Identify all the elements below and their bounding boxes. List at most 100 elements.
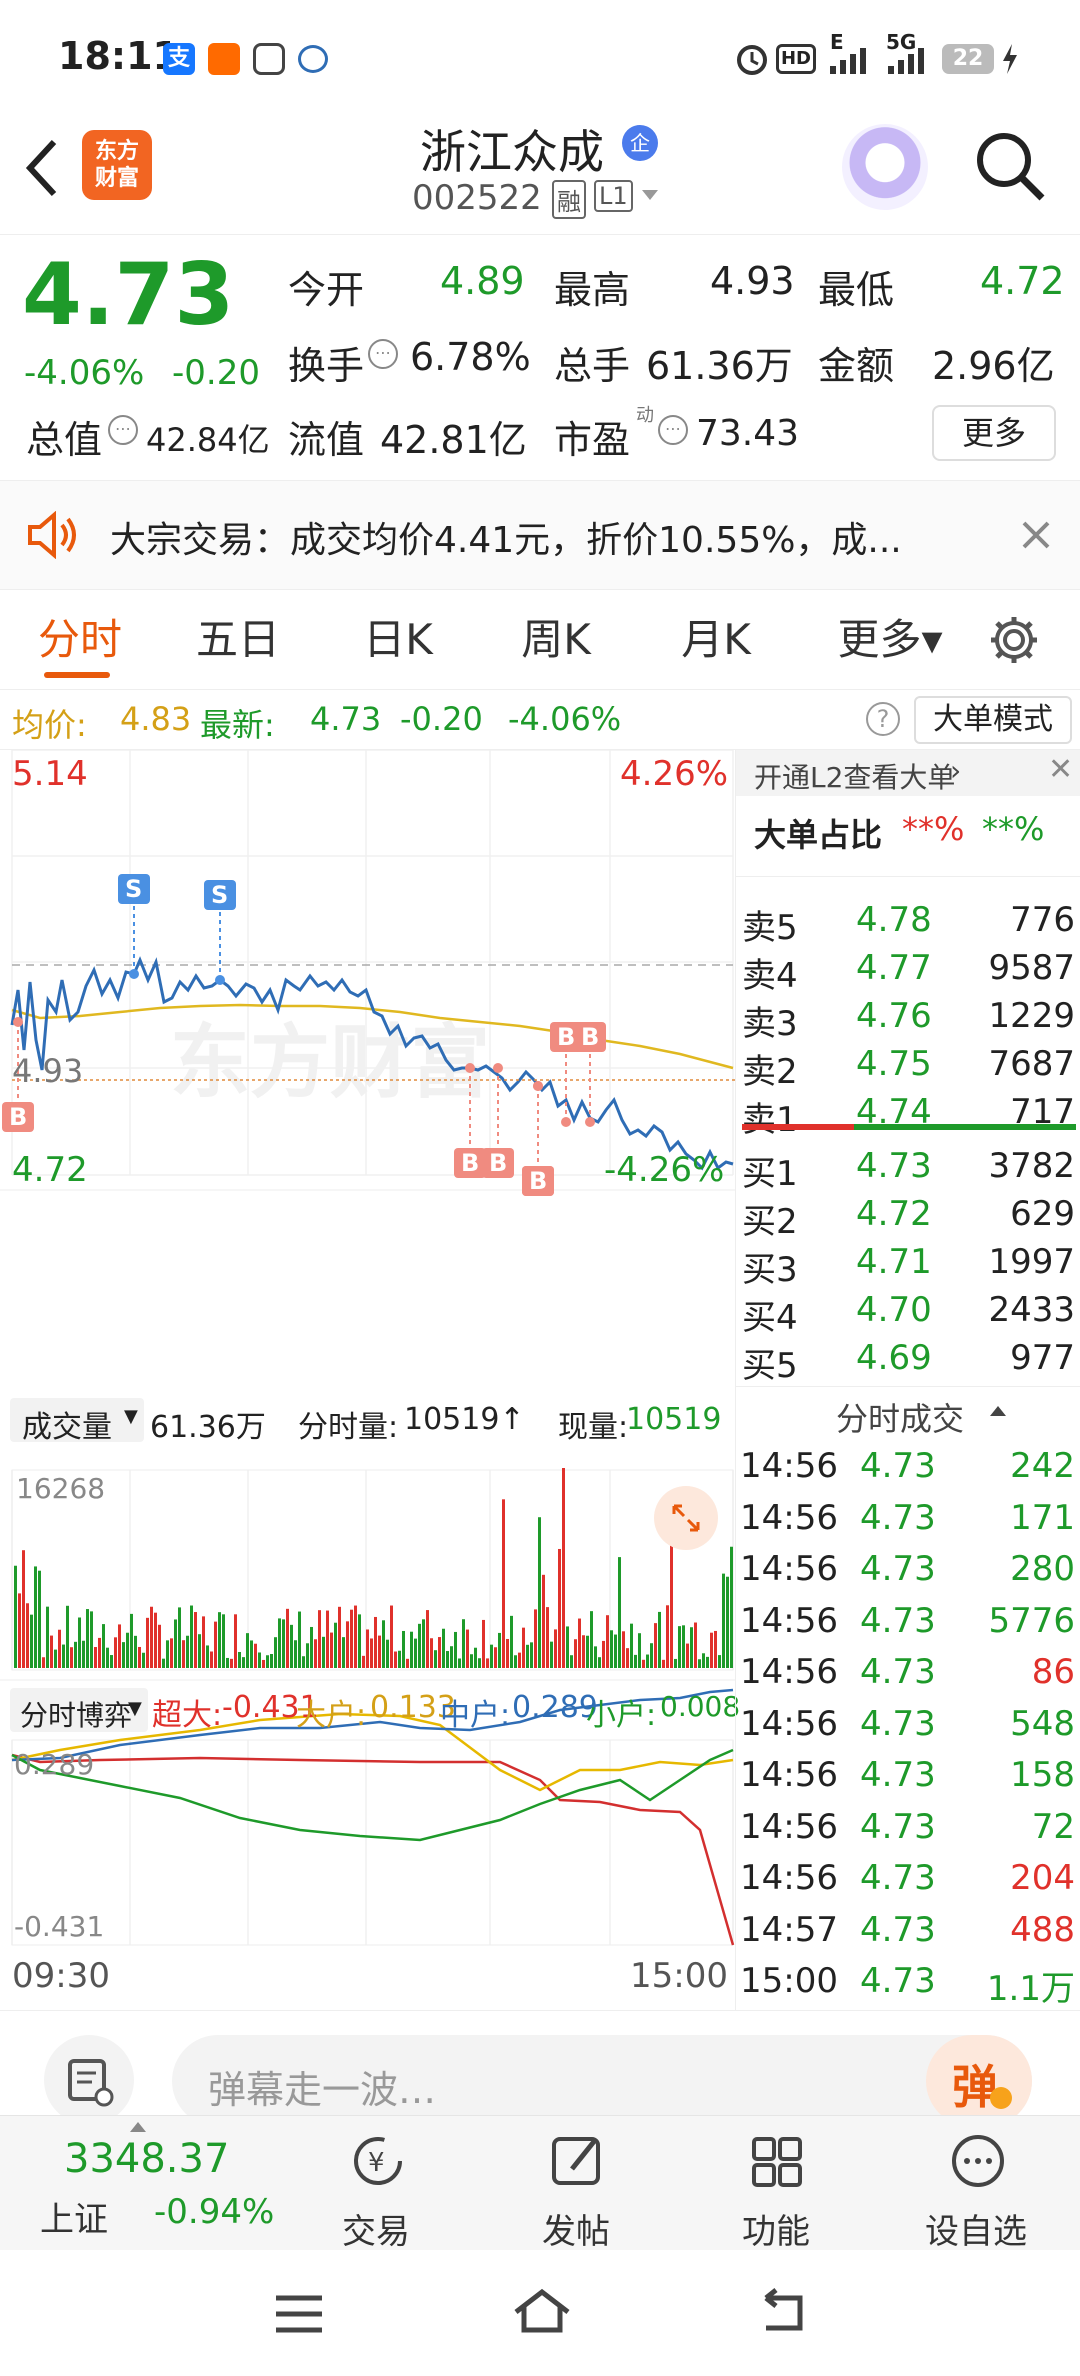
bid-row[interactable]: 买2 4.72 629 (736, 1194, 1080, 1242)
nav-post[interactable]: 发帖 (486, 2116, 666, 2252)
volume-bar (14, 1565, 17, 1668)
volume-bar (218, 1612, 221, 1668)
ask-row[interactable]: 卖5 4.78 776 (736, 900, 1080, 948)
ask-label: 卖4 (742, 956, 798, 996)
nav-add-watchlist[interactable]: 设自选 (886, 2116, 1066, 2252)
volume-bar (246, 1633, 249, 1668)
volume-bar (558, 1548, 561, 1668)
dropdown-icon[interactable] (640, 188, 660, 204)
expand-icon[interactable] (654, 1486, 718, 1550)
chart-svg[interactable]: 东方财富 SSBBBBBBB (0, 750, 735, 2010)
more-button[interactable]: 更多 (932, 405, 1056, 461)
sort-up-icon[interactable] (988, 1402, 1008, 1418)
volume-bar (198, 1634, 201, 1668)
back-icon[interactable] (22, 138, 62, 198)
intraday-chart-area: 东方财富 SSBBBBBBB 5.14 4.26% 4.93 4.72 -4.2… (0, 750, 740, 2010)
volume-bar (518, 1652, 521, 1668)
volume-bar (378, 1635, 381, 1668)
bid-row[interactable]: 买4 4.70 2433 (736, 1290, 1080, 1338)
tab-more[interactable]: 更多▾ (820, 590, 960, 690)
pe-value: 73.43 (696, 413, 800, 454)
volume-bar (674, 1658, 677, 1668)
trades-title[interactable]: 分时成交 (836, 1394, 964, 1440)
danmu-button[interactable]: 弹 (926, 2035, 1032, 2127)
bid-row[interactable]: 买5 4.69 977 (736, 1338, 1080, 1386)
bid-volume: 1997 (988, 1242, 1075, 1282)
ask-row[interactable]: 卖3 4.76 1229 (736, 996, 1080, 1044)
settings-gear-icon[interactable] (988, 614, 1040, 666)
home-icon[interactable] (512, 2286, 572, 2336)
nav-trade[interactable]: ¥ 交易 (286, 2116, 466, 2252)
trade-row: 14:56 4.73 158 (736, 1755, 1080, 1807)
volume-bar (506, 1638, 509, 1668)
bid-row[interactable]: 买1 4.73 3782 (736, 1146, 1080, 1194)
ask-row[interactable]: 卖1 4.74 717 (736, 1092, 1080, 1140)
help-icon[interactable]: ? (866, 702, 900, 736)
tab-monthly-k[interactable]: 月K (656, 590, 776, 690)
volume-bar (338, 1606, 341, 1668)
volume-bar (686, 1643, 689, 1668)
tab-weekly-k[interactable]: 周K (496, 590, 616, 690)
close-icon[interactable]: ✕ (1048, 752, 1073, 787)
bid-label: 买2 (742, 1202, 798, 1242)
menu-icon[interactable] (274, 2294, 324, 2334)
close-icon[interactable] (1020, 519, 1052, 551)
volume-bar (346, 1621, 349, 1668)
volume-bar (134, 1635, 137, 1668)
quote-panel: 4.73 -4.06% -0.20 今开 4.89 最高 4.93 最低 4.7… (0, 235, 1080, 480)
volume-bar (234, 1614, 237, 1668)
search-icon[interactable] (972, 128, 1048, 204)
bid-volume: 977 (1010, 1338, 1075, 1378)
volume-selector[interactable]: 成交量 ▼ (10, 1398, 144, 1445)
change-percent: -4.06% (24, 353, 145, 393)
wallet-icon (298, 45, 328, 73)
enterprise-badge: 企 (622, 125, 658, 161)
robot-avatar-icon[interactable] (842, 124, 928, 210)
ask-row[interactable]: 卖4 4.77 9587 (736, 948, 1080, 996)
volume-bar (546, 1607, 549, 1668)
big-order-mode-button[interactable]: 大单模式 (914, 696, 1072, 744)
volume-bar (362, 1655, 365, 1668)
back-nav-icon[interactable] (756, 2288, 806, 2336)
tab-daily-k[interactable]: 日K (338, 590, 458, 690)
tab-indicator (44, 672, 110, 678)
trade-time: 14:56 (740, 1755, 838, 1795)
ask-volume: 7687 (988, 1044, 1075, 1084)
volume-bar (562, 1468, 565, 1668)
volume-bar (430, 1638, 433, 1668)
grid-icon (752, 2137, 802, 2187)
trade-row: 14:56 4.73 72 (736, 1807, 1080, 1859)
volume-bar (66, 1605, 69, 1668)
l2-link[interactable]: 开通L2查看大单 › ✕ (736, 750, 1080, 796)
stock-header: 东方 财富 浙江众成 企 002522 融 L1 (0, 110, 1080, 235)
ask-strength-bar (854, 1124, 1076, 1130)
index-ticker[interactable]: 3348.37 上证 -0.94% (0, 2116, 300, 2251)
alipay-icon: 支 (163, 43, 195, 75)
ask-label: 卖2 (742, 1052, 798, 1092)
volume-bar (118, 1624, 121, 1668)
stock-name: 浙江众成 (420, 125, 604, 179)
big-order-ratio-label: 大单占比 (754, 816, 883, 854)
volume-bar (318, 1610, 321, 1668)
bid-row[interactable]: 买3 4.71 1997 (736, 1242, 1080, 1290)
trade-row: 14:56 4.73 204 (736, 1858, 1080, 1910)
bid-volume: 2433 (988, 1290, 1075, 1330)
note-icon[interactable] (44, 2035, 134, 2125)
volume-max-label: 16268 (16, 1472, 106, 1505)
float-label: 流值 (288, 418, 365, 462)
volume-bar (482, 1619, 485, 1668)
ask-row[interactable]: 卖2 4.75 7687 (736, 1044, 1080, 1092)
volume-bar (314, 1639, 317, 1668)
danmu-input[interactable]: 弹幕走一波… (172, 2035, 1032, 2127)
trade-price: 4.73 (860, 1755, 936, 1795)
ask-volume: 9587 (988, 948, 1075, 988)
flow-selector[interactable]: 分时博弈 ▼ (10, 1688, 148, 1732)
info-icon[interactable]: ⋯ (658, 415, 688, 445)
tab-five-day[interactable]: 五日 (178, 590, 298, 690)
notice-bar[interactable]: 大宗交易：成交均价4.41元，折价10.55%，成... (0, 480, 1080, 590)
nav-functions[interactable]: 功能 (686, 2116, 866, 2252)
volume-bar (206, 1645, 209, 1668)
volume-label: 总手 (554, 344, 631, 388)
info-icon[interactable]: ⋯ (368, 339, 398, 369)
info-icon[interactable]: ⋯ (108, 415, 138, 445)
